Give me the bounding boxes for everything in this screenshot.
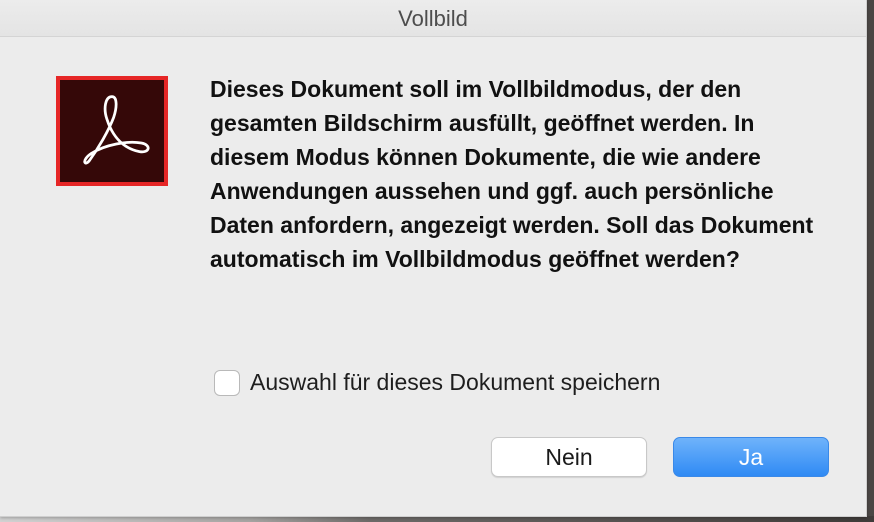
save-choice-label[interactable]: Auswahl für dieses Dokument speichern — [250, 369, 660, 396]
acrobat-swirl-icon — [83, 95, 150, 165]
window-title: Vollbild — [398, 6, 468, 31]
title-bar[interactable]: Vollbild — [0, 0, 866, 37]
no-button[interactable]: Nein — [491, 437, 647, 477]
adobe-acrobat-icon — [56, 76, 168, 186]
yes-button[interactable]: Ja — [673, 437, 829, 477]
fullscreen-dialog: Vollbild Dieses Dokument soll im Vollbil… — [0, 0, 867, 517]
dialog-message: Dieses Dokument soll im Vollbildmodus, d… — [210, 76, 814, 272]
save-choice-row[interactable]: Auswahl für dieses Dokument speichern — [214, 369, 660, 396]
save-choice-checkbox[interactable] — [214, 369, 240, 396]
